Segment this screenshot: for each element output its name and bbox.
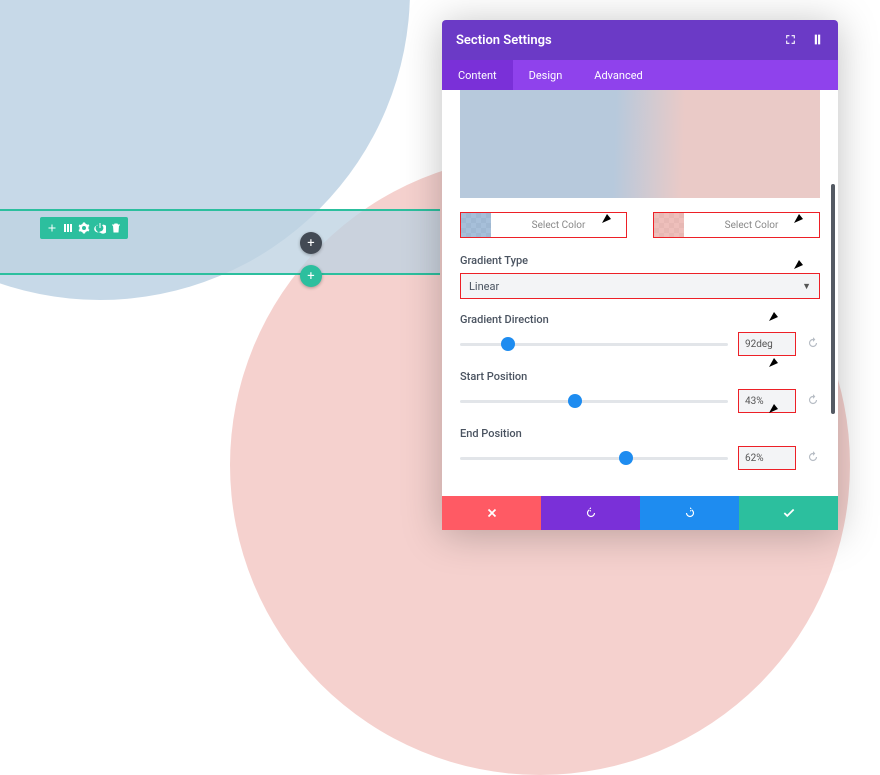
start-position-input[interactable]: 43% xyxy=(738,389,796,413)
save-button[interactable] xyxy=(739,496,838,530)
start-position-slider[interactable] xyxy=(460,400,728,403)
swatch-start xyxy=(461,213,491,237)
gradient-type-value: Linear xyxy=(469,280,499,293)
color-picker-start[interactable]: Select Color xyxy=(460,212,627,238)
gradient-type-label: Gradient Type xyxy=(460,254,820,267)
reset-icon[interactable] xyxy=(806,392,820,411)
undo-button[interactable] xyxy=(541,496,640,530)
tab-content[interactable]: Content xyxy=(442,60,513,90)
tab-design[interactable]: Design xyxy=(513,60,579,90)
end-position-slider[interactable] xyxy=(460,457,728,460)
move-icon[interactable] xyxy=(44,220,60,236)
modal-header[interactable]: Section Settings xyxy=(442,20,838,60)
color-picker-end-label: Select Color xyxy=(684,220,819,231)
reset-icon[interactable] xyxy=(806,449,820,468)
redo-button[interactable] xyxy=(640,496,739,530)
slider-thumb[interactable] xyxy=(568,394,582,408)
color-picker-end[interactable]: Select Color xyxy=(653,212,820,238)
gradient-direction-input[interactable]: 92deg xyxy=(738,332,796,356)
slider-thumb[interactable] xyxy=(619,451,633,465)
tab-advanced[interactable]: Advanced xyxy=(578,60,658,90)
modal-footer xyxy=(442,496,838,530)
delete-icon[interactable] xyxy=(108,220,124,236)
chevron-down-icon: ▼ xyxy=(802,281,811,292)
start-position-label: Start Position xyxy=(460,370,820,383)
modal-body: Select Color Select Color Gradient Type … xyxy=(442,90,838,496)
expand-icon[interactable] xyxy=(784,31,797,50)
gradient-direction-label: Gradient Direction xyxy=(460,313,820,326)
gradient-direction-slider[interactable] xyxy=(460,343,728,346)
power-icon[interactable] xyxy=(92,220,108,236)
swatch-end xyxy=(654,213,684,237)
gradient-preview xyxy=(460,90,820,198)
end-position-label: End Position xyxy=(460,427,820,440)
reset-icon[interactable] xyxy=(806,335,820,354)
scrollbar[interactable] xyxy=(831,184,835,414)
end-position-input[interactable]: 62% xyxy=(738,446,796,470)
slider-thumb[interactable] xyxy=(501,337,515,351)
add-row-button[interactable]: + xyxy=(300,232,322,254)
settings-icon[interactable] xyxy=(76,220,92,236)
modal-title: Section Settings xyxy=(456,33,552,48)
color-picker-start-label: Select Color xyxy=(491,220,626,231)
gradient-type-select[interactable]: Linear ▼ xyxy=(460,273,820,299)
close-button[interactable] xyxy=(442,496,541,530)
section-settings-modal: Section Settings Content Design Advanced… xyxy=(442,20,838,530)
add-section-button[interactable]: + xyxy=(300,265,322,287)
columns-icon[interactable] xyxy=(60,220,76,236)
snap-icon[interactable] xyxy=(811,31,824,50)
modal-tabs: Content Design Advanced xyxy=(442,60,838,90)
section-toolbar[interactable] xyxy=(40,217,128,239)
